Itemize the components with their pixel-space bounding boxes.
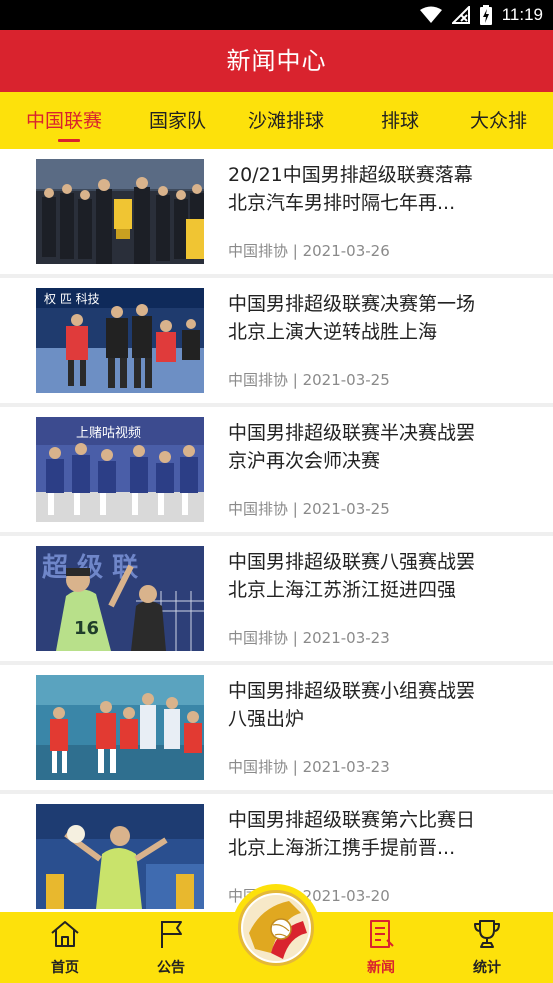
news-list: 20/21中国男排超级联赛落幕 北京汽车男排时隔七年再... 中国排协 | 20… — [0, 149, 553, 912]
nav-statistics-label: 统计 — [473, 960, 501, 976]
news-thumbnail: 上赌咕视频 — [36, 417, 204, 522]
status-icons: 11:19 — [419, 4, 543, 26]
app-bar: 新闻中心 — [0, 30, 553, 92]
tab-national-team[interactable]: 国家队 — [149, 92, 206, 149]
category-tabs: 中国联赛 国家队 沙滩排球 排球 大众排 — [0, 92, 553, 149]
nav-home[interactable]: 首页 — [10, 912, 120, 983]
tab-beach-volleyball[interactable]: 沙滩排球 — [248, 92, 324, 149]
active-tab-indicator — [58, 139, 80, 142]
news-item[interactable]: 中国男排超级联赛小组赛战罢 八强出炉 中国排协 | 2021-03-23 — [0, 665, 553, 790]
battery-charging-icon — [479, 5, 492, 25]
news-thumbnail — [36, 675, 204, 780]
nav-announcement[interactable]: 公告 — [116, 912, 226, 983]
nav-news-label: 新闻 — [367, 960, 395, 976]
news-thumbnail — [36, 804, 204, 909]
no-signal-icon — [451, 6, 470, 24]
news-headline: 中国男排超级联赛小组赛战罢 八强出炉 — [228, 680, 476, 730]
news-item[interactable]: 权 匹 科技 中国男排超级联赛决赛第一场 北京上演大逆转战胜上海 中国排协 | … — [0, 278, 553, 403]
news-thumbnail: 权 匹 科技 — [36, 288, 204, 393]
news-icon — [370, 920, 394, 948]
center-logo-button[interactable] — [232, 884, 320, 972]
page-title: 新闻中心 — [226, 47, 327, 75]
news-meta: 中国排协 | 2021-03-25 — [228, 500, 390, 518]
news-headline: 中国男排超级联赛半决赛战罢 京沪再次会师决赛 — [228, 422, 476, 472]
news-meta: 中国排协 | 2021-03-23 — [228, 758, 390, 776]
trophy-icon — [474, 920, 500, 948]
news-item[interactable]: 超 级 联 16 中国男排超级联赛八强赛战罢 北京上海江苏浙江挺进四强 中国排协… — [0, 536, 553, 661]
news-thumbnail: 超 级 联 16 — [36, 546, 204, 651]
nav-announcement-label: 公告 — [157, 960, 185, 976]
thumbnail-banner-text: 权 匹 科技 — [44, 292, 100, 306]
news-headline: 中国男排超级联赛决赛第一场 北京上演大逆转战胜上海 — [228, 293, 476, 343]
home-icon — [51, 921, 79, 947]
volleyball-logo — [238, 890, 314, 966]
tab-volleyball[interactable]: 排球 — [381, 92, 419, 149]
news-headline: 中国男排超级联赛第六比赛日 北京上海浙江携手提前晋... — [228, 809, 476, 859]
flag-icon — [161, 921, 182, 948]
thumbnail-banner-text: 上赌咕视频 — [76, 425, 141, 441]
news-thumbnail — [36, 159, 204, 264]
news-meta: 中国排协 | 2021-03-23 — [228, 629, 390, 647]
tab-mass-volleyball[interactable]: 大众排 — [470, 92, 527, 149]
status-time: 11:19 — [501, 5, 543, 24]
news-headline: 20/21中国男排超级联赛落幕 北京汽车男排时隔七年再... — [228, 164, 473, 214]
news-meta: 中国排协 | 2021-03-26 — [228, 242, 390, 260]
nav-news[interactable]: 新闻 — [326, 912, 436, 983]
volleyball-icon — [243, 895, 309, 961]
news-headline: 中国男排超级联赛八强赛战罢 北京上海江苏浙江挺进四强 — [228, 551, 476, 601]
news-meta: 中国排协 | 2021-03-25 — [228, 371, 390, 389]
jersey-number: 16 — [74, 618, 99, 639]
news-item[interactable]: 20/21中国男排超级联赛落幕 北京汽车男排时隔七年再... 中国排协 | 20… — [0, 149, 553, 274]
news-item[interactable]: 上赌咕视频 中国男排超级联赛半决赛战罢 京沪再次会师决赛 中国排协 | 2021… — [0, 407, 553, 532]
status-bar: 11:19 — [0, 0, 553, 30]
nav-home-label: 首页 — [51, 960, 79, 976]
wifi-icon — [419, 6, 442, 23]
nav-statistics[interactable]: 统计 — [432, 912, 542, 983]
